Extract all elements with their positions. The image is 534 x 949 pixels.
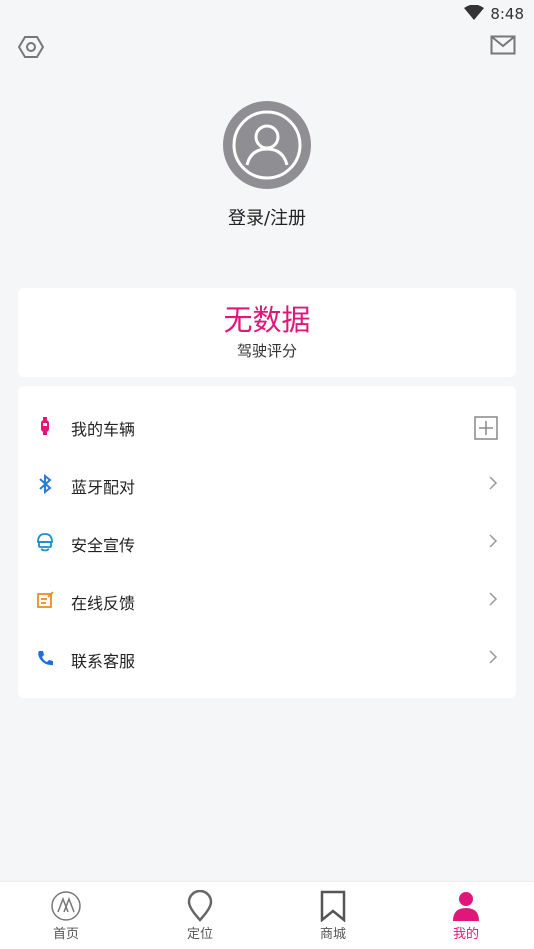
tab-shop[interactable]: 商城 xyxy=(293,890,373,942)
edit-icon xyxy=(36,590,54,610)
location-pin-icon xyxy=(160,890,240,922)
status-time: 8:48 xyxy=(490,5,524,23)
tab-label: 首页 xyxy=(52,927,79,942)
tab-label: 我的 xyxy=(452,927,479,942)
tab-location[interactable]: 定位 xyxy=(160,890,240,942)
bottom-tab-bar: 首页 定位 商城 我的 xyxy=(0,881,534,949)
tab-home[interactable]: 首页 xyxy=(26,890,106,942)
menu-item-label: 安全宣传 xyxy=(71,536,136,555)
scooter-icon xyxy=(36,416,54,436)
mail-icon[interactable] xyxy=(490,35,516,59)
score-label: 驾驶评分 xyxy=(236,342,297,360)
menu-item-feedback[interactable]: 在线反馈 xyxy=(18,571,516,629)
person-icon xyxy=(426,890,506,922)
chevron-right-icon xyxy=(488,474,498,496)
login-register-link[interactable]: 登录/注册 xyxy=(0,204,534,230)
helmet-icon xyxy=(36,532,54,552)
profile-section: 登录/注册 xyxy=(0,101,534,230)
home-logo-icon xyxy=(26,890,106,922)
tab-label: 定位 xyxy=(186,927,213,942)
chevron-right-icon xyxy=(488,532,498,554)
tab-label: 商城 xyxy=(319,927,346,942)
status-bar: 8:48 xyxy=(0,0,534,30)
chevron-right-icon xyxy=(488,590,498,612)
tab-mine[interactable]: 我的 xyxy=(426,890,506,942)
menu-item-safety[interactable]: 安全宣传 xyxy=(18,513,516,571)
phone-icon xyxy=(36,648,54,668)
menu-item-label: 我的车辆 xyxy=(71,420,136,439)
menu-item-customer-service[interactable]: 联系客服 xyxy=(18,629,516,687)
menu-item-label: 联系客服 xyxy=(71,652,136,671)
driving-score-card[interactable]: 无数据 驾驶评分 xyxy=(18,288,516,377)
menu-item-label: 在线反馈 xyxy=(71,594,136,613)
menu-item-my-vehicle[interactable]: 我的车辆 xyxy=(18,397,516,455)
add-icon[interactable] xyxy=(474,416,498,444)
top-bar xyxy=(0,32,534,62)
menu-item-label: 蓝牙配对 xyxy=(71,478,136,497)
chevron-right-icon xyxy=(488,648,498,670)
settings-icon[interactable] xyxy=(17,34,45,64)
bluetooth-icon xyxy=(36,473,54,495)
avatar[interactable] xyxy=(223,101,311,189)
menu-list: 我的车辆 蓝牙配对 安全宣传 在线反馈 联系客服 xyxy=(18,386,516,698)
wifi-icon xyxy=(464,4,484,25)
menu-item-bluetooth[interactable]: 蓝牙配对 xyxy=(18,455,516,513)
score-value: 无数据 xyxy=(223,303,311,337)
bookmark-icon xyxy=(293,890,373,922)
